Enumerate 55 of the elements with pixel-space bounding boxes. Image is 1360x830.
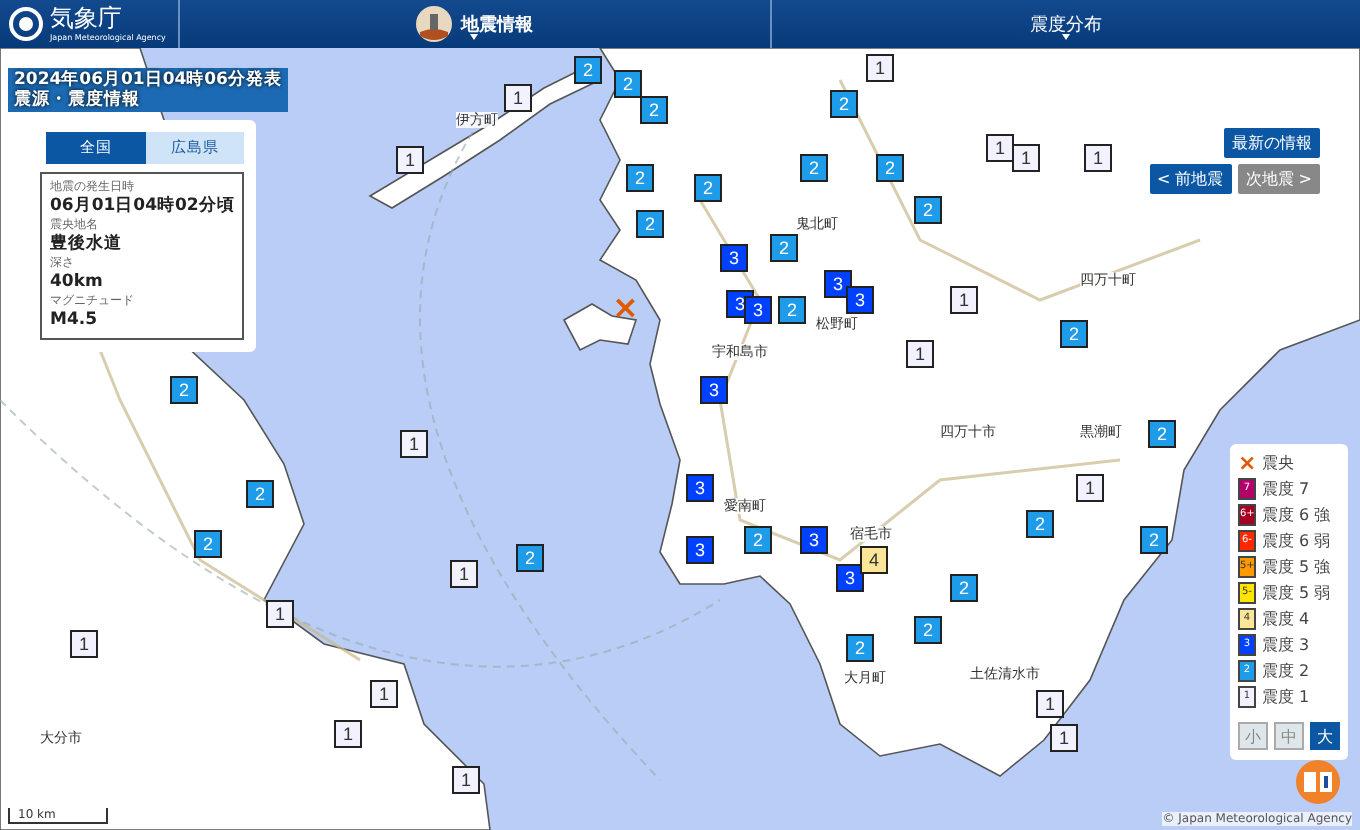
legend-label: 震度 6 弱 <box>1262 531 1331 551</box>
legend-label: 震度 5 強 <box>1262 557 1331 577</box>
intensity-marker[interactable]: 4 <box>860 546 888 574</box>
intensity-marker[interactable]: 1 <box>504 84 532 112</box>
legend-label: 震央 <box>1262 454 1294 474</box>
intensity-marker[interactable]: 1 <box>400 430 428 458</box>
intensity-marker[interactable]: 1 <box>452 766 480 794</box>
intensity-marker[interactable]: 3 <box>700 376 728 404</box>
intensity-marker[interactable]: 3 <box>836 564 864 592</box>
intensity-marker[interactable]: 3 <box>744 296 772 324</box>
field-value: 06月01日04時02分頃 <box>50 196 234 218</box>
intensity-marker[interactable]: 3 <box>686 474 714 502</box>
intensity-marker[interactable]: 1 <box>1012 144 1040 172</box>
legend-label: 震度 2 <box>1262 661 1310 681</box>
logo-emblem-icon <box>8 6 44 42</box>
intensity-marker[interactable]: 1 <box>266 600 294 628</box>
size-button[interactable]: 大 <box>1310 722 1340 750</box>
field-value: M4.5 <box>50 310 100 332</box>
intensity-marker[interactable]: 1 <box>1084 144 1112 172</box>
intensity-marker[interactable]: 1 <box>70 630 98 658</box>
intensity-marker[interactable]: 1 <box>334 720 362 748</box>
intensity-marker[interactable]: 1 <box>866 54 894 82</box>
field-value: 40km <box>50 272 105 294</box>
issued-time: 2024年06月01日04時06分発表 <box>14 70 282 90</box>
intensity-marker[interactable]: 1 <box>396 146 424 174</box>
intensity-marker[interactable]: 1 <box>370 680 398 708</box>
intensity-marker[interactable]: 1 <box>1050 724 1078 752</box>
intensity-marker[interactable]: 3 <box>686 536 714 564</box>
epicenter-symbol: × <box>1238 454 1256 474</box>
legend-label: 震度 6 強 <box>1262 505 1331 525</box>
legend-label: 震度 4 <box>1262 609 1310 629</box>
intensity-marker[interactable]: 1 <box>986 134 1014 162</box>
intensity-marker[interactable]: 1 <box>1036 690 1064 718</box>
quake-nav-button[interactable]: < 前地震 <box>1149 164 1232 194</box>
intensity-marker[interactable]: 3 <box>720 244 748 272</box>
legend-label: 震度 7 <box>1262 479 1310 499</box>
field-value: 豊後水道 <box>50 234 124 256</box>
intensity-marker[interactable]: 1 <box>950 286 978 314</box>
intensity-marker[interactable]: 3 <box>800 526 828 554</box>
info-subtitle: 震源・震度情報 <box>14 90 142 110</box>
legend-label: 震度 1 <box>1262 687 1310 707</box>
menu-tab[interactable]: 震度分布 <box>771 0 1360 48</box>
intensity-marker[interactable]: 3 <box>846 286 874 314</box>
intensity-marker[interactable]: 1 <box>1076 474 1104 502</box>
latest-info-button[interactable]: 最新の情報 <box>1224 128 1320 158</box>
menu-tab[interactable]: 地震情報 <box>180 0 771 48</box>
legend-label: 震度 5 弱 <box>1262 583 1331 603</box>
intensity-marker[interactable]: 3 <box>824 270 852 298</box>
intensity-marker[interactable]: 1 <box>450 560 478 588</box>
book-icon <box>1302 770 1334 794</box>
legend-label: 震度 3 <box>1262 635 1310 655</box>
logo-title: 気象庁 <box>50 6 124 32</box>
building-icon <box>416 6 453 42</box>
epicenter-marker: × <box>612 292 639 324</box>
intensity-marker[interactable]: 1 <box>906 340 934 368</box>
